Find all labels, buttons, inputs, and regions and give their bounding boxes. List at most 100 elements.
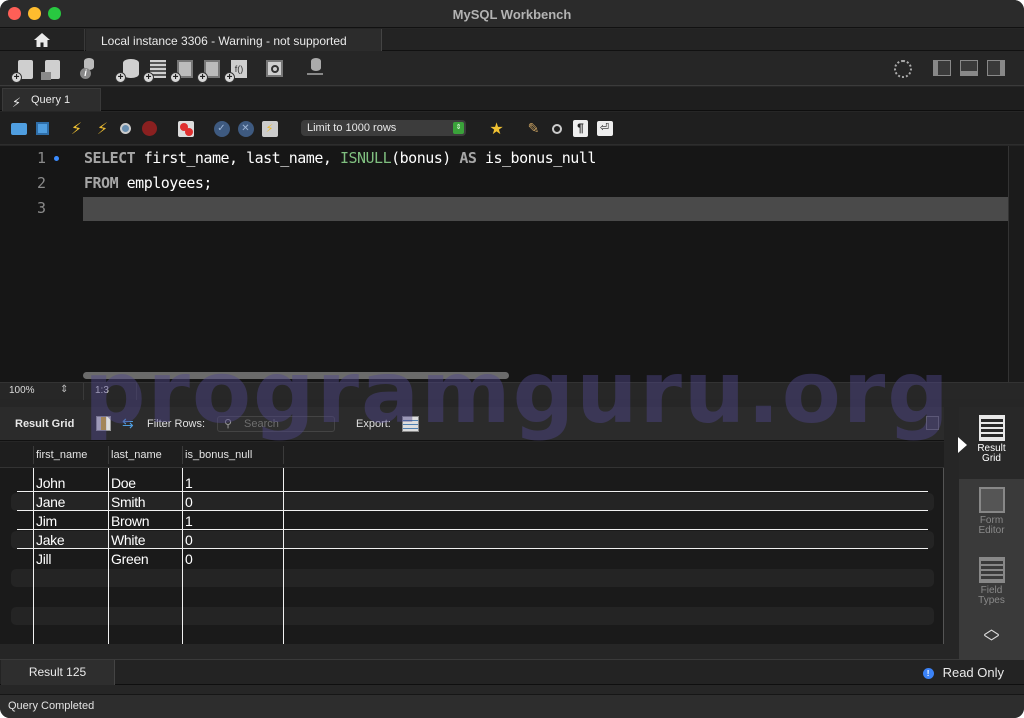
create-function-icon[interactable]: f() + xyxy=(224,58,249,83)
table-cell-last_name[interactable]: Doe xyxy=(111,475,136,491)
table-cell-is_bonus_null[interactable]: 0 xyxy=(185,532,193,548)
filter-search-input[interactable]: ⚲ Search xyxy=(217,416,335,432)
connection-tab[interactable]: Local instance 3306 - Warning - not supp… xyxy=(86,29,382,51)
table-cell-last_name[interactable]: Brown xyxy=(111,513,149,529)
vertical-scrollbar-track[interactable] xyxy=(1008,146,1024,382)
code-line-2: FROM employees; xyxy=(84,174,212,192)
form-editor-view-button[interactable]: Form Editor xyxy=(959,481,1024,549)
export-icon[interactable] xyxy=(402,416,419,432)
execute-current-icon[interactable]: ⚡︎ xyxy=(94,120,111,138)
execute-icon[interactable]: ⚡︎ xyxy=(68,120,85,138)
side-label: Grid xyxy=(982,453,1001,464)
result-grid-view-button[interactable]: Result Grid xyxy=(958,407,1024,479)
result-grid[interactable]: first_name last_name is_bonus_null John D… xyxy=(0,442,944,644)
query-tab[interactable]: ⚡︎ Query 1 xyxy=(2,88,101,111)
info-icon: ! xyxy=(922,668,934,679)
explain-icon[interactable] xyxy=(117,120,134,137)
table-cell-last_name[interactable]: Green xyxy=(111,551,149,567)
current-line-highlight xyxy=(83,197,1009,221)
grid-header: first_name last_name is_bonus_null xyxy=(0,442,944,468)
result-tab-bar: Result 125 ! Read Only xyxy=(0,659,1024,685)
field-types-icon xyxy=(978,557,1005,583)
beautify-icon[interactable]: ✎ xyxy=(525,120,542,137)
read-only-label: Read Only xyxy=(942,665,1004,680)
table-cell-is_bonus_null[interactable]: 1 xyxy=(185,513,193,529)
row-stripe xyxy=(11,531,934,549)
search-table-data-icon[interactable] xyxy=(265,58,287,80)
new-sql-tab-icon[interactable]: + xyxy=(11,58,36,83)
row-divider xyxy=(17,491,928,492)
table-cell-first_name[interactable]: Jake xyxy=(36,532,65,548)
commit-icon[interactable]: ✓ xyxy=(213,120,230,137)
column-header[interactable]: first_name xyxy=(36,449,87,461)
table-cell-is_bonus_null[interactable]: 0 xyxy=(185,551,193,567)
table-cell-is_bonus_null[interactable]: 1 xyxy=(185,475,193,491)
table-cell-first_name[interactable]: John xyxy=(36,475,65,491)
open-file-icon[interactable] xyxy=(10,120,27,137)
sql-function: ISNULL xyxy=(339,149,392,167)
divider xyxy=(283,446,284,464)
toggle-error-stop-icon[interactable] xyxy=(177,120,194,137)
table-cell-first_name[interactable]: Jill xyxy=(36,551,51,567)
toggle-sidebar-icon[interactable] xyxy=(933,60,951,76)
horizontal-scrollbar[interactable] xyxy=(83,372,509,379)
grid-columns-icon[interactable] xyxy=(96,416,111,431)
chevron-down-icon: ﹀ xyxy=(983,635,1000,652)
sql-keyword: SELECT xyxy=(84,149,136,167)
add-snippet-icon[interactable]: ★ xyxy=(488,120,505,138)
stop-icon[interactable] xyxy=(141,120,158,137)
connection-tab-bar: Local instance 3306 - Warning - not supp… xyxy=(0,29,1024,51)
column-header[interactable]: last_name xyxy=(111,449,162,461)
search-placeholder: Search xyxy=(244,418,279,430)
line-number-gutter: 1 2 3 xyxy=(0,146,83,382)
autocommit-icon[interactable]: ⚡︎ xyxy=(261,120,278,137)
create-procedure-icon[interactable]: + xyxy=(197,58,222,83)
row-divider xyxy=(17,548,928,549)
limit-rows-select[interactable]: Limit to 1000 rows ⇕ xyxy=(301,120,466,136)
preferences-gear-icon[interactable] xyxy=(894,60,912,78)
side-label: Editor xyxy=(978,525,1005,536)
field-types-view-button[interactable]: Field Types xyxy=(959,551,1024,619)
wrap-cell-toggle[interactable] xyxy=(926,416,939,430)
query-tab-bar: ⚡︎ Query 1 xyxy=(0,87,1024,111)
sql-text: is_bonus_null xyxy=(476,149,596,167)
title-bar: MySQL Workbench xyxy=(0,0,1024,28)
table-cell-first_name[interactable]: Jim xyxy=(36,513,57,529)
column-divider xyxy=(33,468,34,644)
word-wrap-icon[interactable]: ⏎ xyxy=(596,120,613,137)
save-file-icon[interactable] xyxy=(34,120,51,137)
sql-editor[interactable]: 1 2 3 SELECT first_name, last_name, ISNU… xyxy=(0,146,1024,382)
create-schema-icon[interactable]: + xyxy=(115,58,140,83)
create-view-icon[interactable]: + xyxy=(170,58,195,83)
status-bar: Query Completed xyxy=(0,694,1024,718)
schema-inspector-icon[interactable]: i xyxy=(79,58,101,80)
sql-editor-toolbar: ⚡︎ ⚡︎ ✓ ✕ ⚡︎ Limit to 1000 rows ⇕ ★ ✎ ¶ … xyxy=(0,112,1024,145)
toggle-output-panel-icon[interactable] xyxy=(960,60,978,76)
table-cell-last_name[interactable]: White xyxy=(111,532,146,548)
query-tab-label: Query 1 xyxy=(31,94,71,106)
find-icon[interactable] xyxy=(548,120,565,137)
table-cell-last_name[interactable]: Smith xyxy=(111,494,146,510)
zoom-stepper-icon[interactable]: ⇕ xyxy=(60,384,68,395)
refresh-icon[interactable]: ⇆ xyxy=(122,416,137,431)
table-cell-first_name[interactable]: Jane xyxy=(36,494,65,510)
create-table-icon[interactable]: + xyxy=(143,58,168,83)
column-divider xyxy=(182,468,183,644)
row-divider xyxy=(17,529,928,530)
table-cell-is_bonus_null[interactable]: 0 xyxy=(185,494,193,510)
row-divider xyxy=(17,510,928,511)
rollback-icon[interactable]: ✕ xyxy=(237,120,254,137)
sql-text: first_name, last_name, xyxy=(135,149,340,167)
open-sql-script-icon[interactable] xyxy=(41,58,63,80)
editor-status-bar: 100% ⇕ 1:3 xyxy=(0,382,1024,400)
toggle-secondary-sidebar-icon[interactable] xyxy=(987,60,1005,76)
column-header[interactable]: is_bonus_null xyxy=(185,449,252,461)
invisible-chars-icon[interactable]: ¶ xyxy=(572,120,589,137)
reconnect-icon[interactable] xyxy=(305,58,327,80)
read-only-status: ! Read Only xyxy=(922,665,1004,680)
scroll-more-views-button[interactable]: ︿ ﹀ xyxy=(959,622,1024,657)
line-number: 3 xyxy=(36,199,46,217)
home-tab[interactable] xyxy=(0,29,85,51)
main-toolbar: + i + + + + f() + xyxy=(0,52,1024,86)
result-tab[interactable]: Result 125 xyxy=(1,660,115,685)
